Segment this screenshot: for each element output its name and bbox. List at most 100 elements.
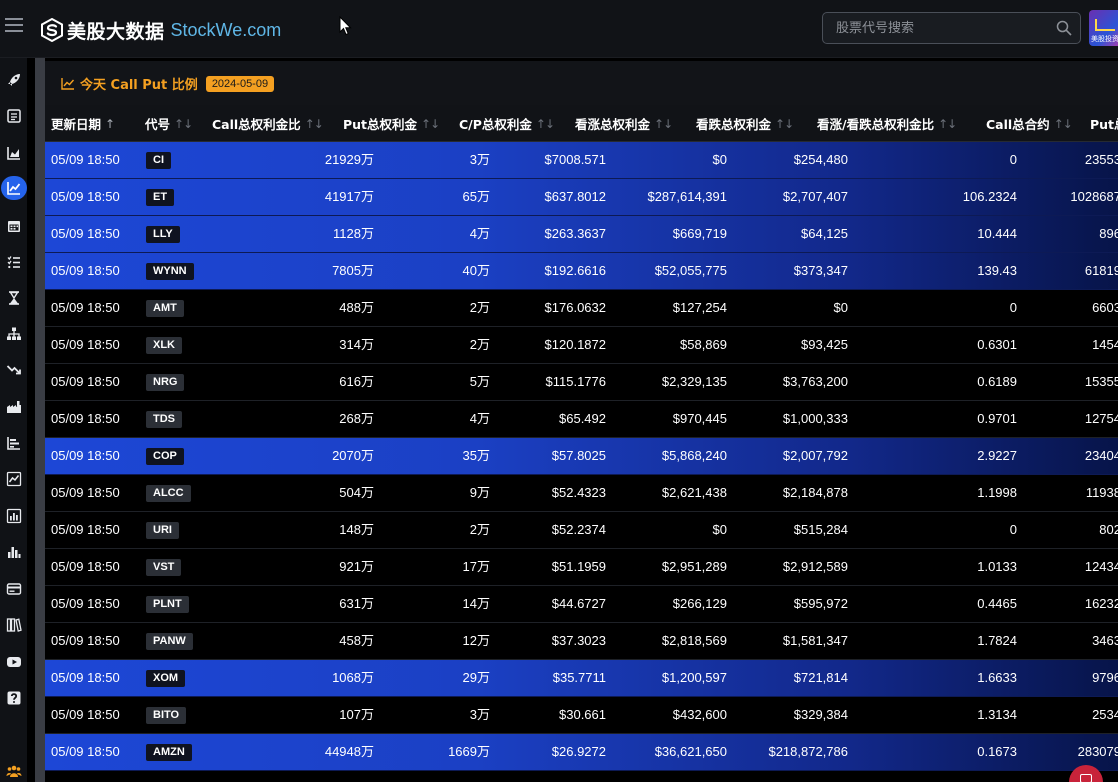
- table-row[interactable]: 05/09 18:50 921万 17万 $51.1959 $2,951,289 $2,9…: [45, 549, 1118, 586]
- menu-toggle-icon[interactable]: [5, 18, 23, 34]
- column-header[interactable]: 看涨/看跌总权利金比 ↑↓: [817, 105, 957, 142]
- cell-bullish-premium: $2,621,438: [661, 485, 727, 500]
- cell-bull-bear-ratio: 0.9701: [977, 411, 1017, 426]
- line-chart-alt-icon: [6, 471, 22, 487]
- table-row[interactable]: 05/09 18:50 616万 5万 $115.1776 $2,329,135 $3,7…: [45, 364, 1118, 401]
- table-row[interactable]: 05/09 18:50 631万 14万 $44.6727 $266,129 $595,9…: [45, 586, 1118, 623]
- column-header[interactable]: 代号 ↑↓: [145, 105, 193, 142]
- cell-bearish-premium: $721,814: [793, 670, 848, 685]
- table-row[interactable]: 05/09 18:50 21929万 3万 $7008.571 $0 $254,480 0 2…: [45, 142, 1118, 179]
- sidebar-item-bar-chart-left[interactable]: [3, 432, 25, 454]
- sort-arrows-icon[interactable]: ↑↓: [1054, 117, 1073, 131]
- column-header[interactable]: 更新日期 ↑: [51, 105, 115, 142]
- sidebar-item-newspaper[interactable]: [3, 105, 25, 127]
- ticker-badge[interactable]: PLNT: [146, 596, 189, 613]
- cell-bull-bear-ratio: 0: [1009, 300, 1017, 315]
- table-row[interactable]: 05/09 18:50 148万 2万 $52.2374 $0 $515,284 0 802 U…: [45, 512, 1118, 549]
- ticker-badge[interactable]: ALCC: [146, 485, 191, 502]
- ticker-badge[interactable]: XOM: [146, 670, 186, 687]
- table-row[interactable]: 05/09 18:50 458万 12万 $37.3023 $2,818,569 $1,5…: [45, 623, 1118, 660]
- column-header[interactable]: Call总权利金比 ↑↓: [212, 105, 324, 142]
- sort-arrows-icon[interactable]: ↑↓: [938, 117, 957, 131]
- user-avatar[interactable]: 美股投资: [1089, 10, 1118, 46]
- table-row[interactable]: 05/09 18:50 44948万 1669万 $26.9272 $36,621,65…: [45, 734, 1118, 771]
- ticker-badge[interactable]: XLK: [146, 337, 182, 354]
- sort-arrows-icon[interactable]: ↑↓: [174, 117, 193, 131]
- sidebar-item-industry[interactable]: [3, 396, 25, 418]
- column-header-label: Call总合约: [986, 117, 1050, 132]
- sidebar-item-trend-down[interactable]: [3, 359, 25, 381]
- cell-bearish-premium: $1,581,347: [782, 633, 848, 648]
- sidebar-item-column-chart[interactable]: [3, 541, 25, 563]
- site-logo[interactable]: 美股大数据 StockWe.com: [40, 16, 281, 44]
- sort-arrows-icon[interactable]: ↑↓: [421, 117, 440, 131]
- sidebar-item-sitemap[interactable]: [3, 323, 25, 345]
- table-row[interactable]: 05/09 18:50 314万 2万 $120.1872 $58,869 $93,425…: [45, 327, 1118, 364]
- table-row[interactable]: 05/09 18:50 1128万 4万 $263.3637 $669,719 $64,1…: [45, 216, 1118, 253]
- logo-chinese-text: 美股大数据: [67, 20, 165, 43]
- ticker-badge[interactable]: COP: [146, 448, 184, 465]
- table-row[interactable]: 05/09 18:50 1068万 29万 $35.7711 $1,200,597 $72…: [45, 660, 1118, 697]
- cell-bull-bear-ratio: 1.1998: [977, 485, 1017, 500]
- ticker-badge[interactable]: WYNN: [146, 263, 194, 280]
- cell-cp-premium: $120.1872: [544, 337, 606, 352]
- ticker-badge[interactable]: VST: [146, 559, 182, 576]
- cell-call-contracts: 23404: [1084, 448, 1118, 463]
- ticker-badge[interactable]: AMT: [146, 300, 184, 317]
- table-row[interactable]: 05/09 18:50 504万 9万 $52.4323 $2,621,438 $2,18…: [45, 475, 1118, 512]
- stock-search-box[interactable]: [822, 12, 1081, 44]
- ticker-badge[interactable]: AMZN: [146, 744, 192, 761]
- table-row[interactable]: 05/09 18:50 107万 3万 $30.661 $432,600 $329,384…: [45, 697, 1118, 734]
- table-row[interactable]: 05/09 18:50 488万 2万 $176.0632 $127,254 $0 0 660…: [45, 290, 1118, 327]
- sidebar-item-line-chart-alt[interactable]: [3, 468, 25, 490]
- sidebar-item-hourglass[interactable]: [3, 287, 25, 309]
- cell-update-date: 05/09 18:50: [51, 707, 120, 722]
- cell-call-premium: 44948万: [324, 744, 374, 759]
- column-header[interactable]: 看涨总权利金 ↑↓: [575, 105, 673, 142]
- sidebar-item-books[interactable]: [3, 614, 25, 636]
- ticker-badge[interactable]: PANW: [146, 633, 193, 650]
- column-header[interactable]: C/P总权利金 ↑↓: [459, 105, 555, 142]
- sidebar-item-histogram[interactable]: [3, 505, 25, 527]
- sidebar-item-question[interactable]: [3, 687, 25, 709]
- search-icon[interactable]: [1056, 20, 1072, 36]
- cell-update-date: 05/09 18:50: [51, 448, 120, 463]
- sort-arrows-icon[interactable]: ↑↓: [536, 117, 555, 131]
- sidebar-item-list-check[interactable]: [3, 251, 25, 273]
- ticker-badge[interactable]: TDS: [146, 411, 182, 428]
- column-header[interactable]: Call总合约 ↑↓: [986, 105, 1073, 142]
- column-header[interactable]: Put总权利金 ↑↓: [343, 105, 440, 142]
- sidebar-item-line-chart[interactable]: [1, 176, 27, 200]
- ticker-badge[interactable]: BITO: [146, 707, 187, 724]
- sort-arrows-icon[interactable]: ↑↓: [775, 117, 794, 131]
- ticker-badge[interactable]: ET: [146, 189, 175, 206]
- sort-arrows-icon[interactable]: ↑: [105, 117, 115, 131]
- column-header[interactable]: 看跌总权利金 ↑↓: [696, 105, 794, 142]
- table-row[interactable]: 05/09 18:50 268万 4万 $65.492 $970,445 $1,000,3…: [45, 401, 1118, 438]
- cell-bearish-premium: $329,384: [793, 707, 848, 722]
- column-header-label: 看涨总权利金: [575, 117, 651, 132]
- cell-bull-bear-ratio: 1.6633: [977, 670, 1017, 685]
- sidebar-item-credit-card[interactable]: [3, 578, 25, 600]
- column-header[interactable]: Put总合约: [1090, 105, 1118, 142]
- sidebar-item-area-chart[interactable]: [3, 142, 25, 164]
- sidebar-scrollbar[interactable]: [35, 58, 45, 782]
- ticker-badge[interactable]: CI: [146, 152, 171, 169]
- ticker-badge[interactable]: NRG: [146, 374, 185, 391]
- column-header-label: 看跌总权利金: [696, 117, 772, 132]
- sidebar-item-calendar[interactable]: [3, 215, 25, 237]
- cell-call-premium: 1068万: [332, 670, 374, 685]
- cell-bull-bear-ratio: 0: [1009, 152, 1017, 167]
- ticker-badge[interactable]: URI: [146, 522, 179, 539]
- table-row[interactable]: 05/09 18:50 2070万 35万 $57.8025 $5,868,240 $2,…: [45, 438, 1118, 475]
- table-row[interactable]: 05/09 18:50 41917万 65万 $637.8012 $287,614,39…: [45, 179, 1118, 216]
- sidebar-item-rocket[interactable]: [3, 69, 25, 91]
- ticker-badge[interactable]: LLY: [146, 226, 180, 243]
- sort-arrows-icon[interactable]: ↑↓: [305, 117, 324, 131]
- table-row[interactable]: 05/09 18:50 7805万 40万 $192.6616 $52,055,775 $…: [45, 253, 1118, 290]
- sidebar-item-users[interactable]: [3, 760, 25, 782]
- search-input[interactable]: [823, 13, 1048, 43]
- sidebar-item-youtube[interactable]: [3, 651, 25, 673]
- sort-arrows-icon[interactable]: ↑↓: [654, 117, 673, 131]
- cell-bearish-premium: $373,347: [793, 263, 848, 278]
